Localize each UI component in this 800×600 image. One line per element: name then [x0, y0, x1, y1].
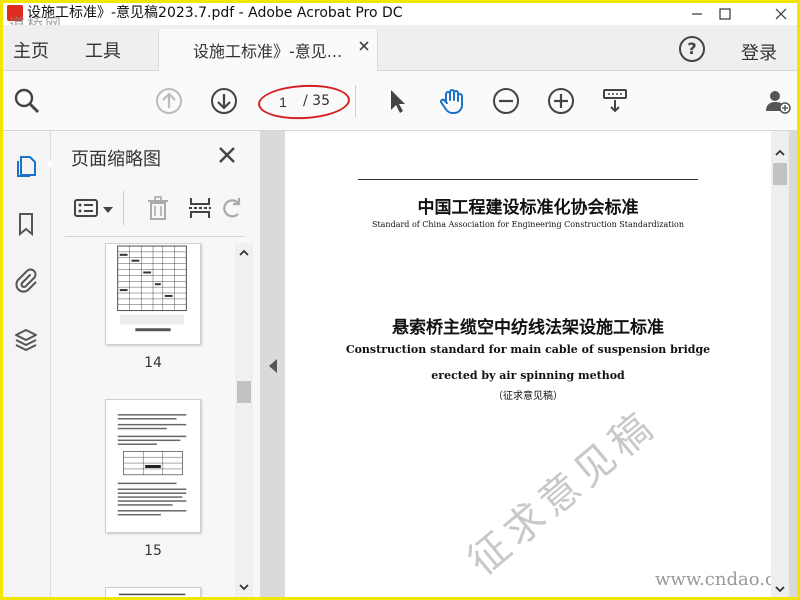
rotate-page-button[interactable] [217, 193, 247, 223]
thumbnail-label-14: 14 [144, 355, 162, 371]
share-user-button[interactable] [761, 85, 793, 117]
pdf-page: 中国工程建设标准化协会标准 Standard of China Associat… [285, 131, 771, 597]
title-bar: 设施工标准》-意见稿2023.7.pdf - Adobe Acrobat Pro… [3, 3, 797, 34]
zoom-out-button[interactable] [490, 85, 522, 117]
help-button[interactable]: ? [679, 36, 705, 62]
panel-title: 页面缩略图 [71, 149, 161, 170]
close-tab-icon[interactable] [357, 39, 371, 53]
close-panel-icon[interactable] [217, 145, 237, 165]
document-tab-label: 设施工标准》-意见... [193, 42, 343, 61]
add-user-icon [766, 91, 791, 114]
draft-watermark: 征求意见稿 [459, 401, 666, 585]
thumbnail-page-15[interactable] [105, 399, 201, 533]
bookmark-icon [19, 213, 33, 237]
tab-tools[interactable]: 工具 [85, 37, 121, 63]
zoom-in-button[interactable] [545, 85, 577, 117]
tab-bar: 主页 工具 设施工标准》-意见... ? 登录 [3, 25, 797, 71]
cursor-arrow-icon [391, 90, 405, 113]
minimize-icon [692, 13, 702, 15]
select-tool-button[interactable] [381, 85, 413, 117]
arrow-down-circle-icon [211, 88, 237, 114]
thumbnail-scrollbar[interactable] [235, 243, 253, 597]
plus-circle-icon [548, 88, 574, 114]
toolbar-divider [355, 85, 356, 117]
scroll-down-icon[interactable] [238, 581, 250, 593]
chevron-down-icon[interactable] [103, 207, 113, 213]
panel-toolbar [65, 187, 245, 237]
doc-title-en-line1: Construction standard for main cable of … [345, 343, 711, 356]
scroll-mode-icon [603, 89, 627, 113]
header-rule [358, 179, 698, 180]
close-window-button[interactable] [761, 3, 797, 25]
scroll-down-icon[interactable] [774, 583, 786, 595]
thumbnail-list: 14 15 [51, 243, 241, 597]
page-split-icon [189, 198, 211, 218]
hand-icon [440, 89, 463, 114]
scrollbar-thumb[interactable] [773, 163, 787, 185]
doc-title-cn: 悬索桥主缆空中纺线法架设施工标准 [392, 318, 664, 338]
rail-attachments[interactable] [11, 265, 41, 295]
page-thumbnail-image [118, 593, 186, 596]
annotation-oval [257, 82, 351, 122]
thumbnail-label-15: 15 [144, 543, 162, 559]
page-thumbnail-image [117, 414, 187, 516]
close-icon [775, 8, 787, 20]
thumbnail-page-14[interactable] [105, 243, 201, 345]
panel-toolbar-divider [123, 191, 124, 225]
site-watermark: www.cndao.com [655, 569, 771, 590]
pages-icon [17, 156, 36, 177]
doc-draft-note: （征求意见稿） [493, 391, 563, 402]
extract-page-button[interactable] [185, 193, 215, 223]
document-scrollbar[interactable] [771, 131, 789, 597]
maximize-button[interactable] [705, 3, 745, 25]
window-title: 设施工标准》-意见稿2023.7.pdf - Adobe Acrobat Pro… [27, 5, 403, 21]
minus-circle-icon [493, 88, 519, 114]
tab-document[interactable]: 设施工标准》-意见... [158, 29, 378, 71]
page-thumbnail-image [117, 245, 187, 332]
trash-icon [148, 196, 168, 220]
magnifier-icon [14, 88, 40, 114]
paperclip-icon [15, 268, 37, 293]
main-toolbar: / 35 [3, 71, 797, 131]
rail-bookmarks[interactable] [11, 209, 41, 239]
rail-layers[interactable] [11, 325, 41, 355]
arrow-up-circle-icon [156, 88, 182, 114]
previous-page-button[interactable] [153, 85, 185, 117]
thumbnails-panel: 页面缩略图 14 15 [51, 131, 261, 597]
doc-header-en: Standard of China Association for Engine… [371, 220, 685, 229]
tab-home[interactable]: 主页 [13, 37, 49, 63]
hand-tool-button[interactable] [436, 85, 468, 117]
doc-header-cn: 中国工程建设标准化协会标准 [417, 198, 639, 218]
thumbnail-page-16[interactable] [105, 587, 201, 597]
layers-icon [15, 329, 37, 351]
scroll-up-icon[interactable] [774, 147, 786, 159]
page-display-button[interactable] [599, 85, 631, 117]
next-page-button[interactable] [208, 85, 240, 117]
scroll-up-icon[interactable] [238, 247, 250, 259]
collapse-panel-arrow-icon[interactable] [269, 359, 277, 373]
zoom-search-button[interactable] [11, 85, 43, 117]
login-button[interactable]: 登录 [741, 39, 777, 65]
delete-page-button[interactable] [143, 193, 173, 223]
scrollbar-thumb[interactable] [237, 381, 251, 403]
rail-page-thumbnails[interactable] [11, 151, 41, 181]
maximize-icon [719, 8, 731, 20]
left-icon-rail [3, 131, 54, 597]
doc-title-en-line2: erected by air spinning method [431, 369, 625, 382]
rotate-icon [223, 198, 241, 218]
document-view: 中国工程建设标准化协会标准 Standard of China Associat… [261, 131, 797, 597]
thumbnail-options-button[interactable] [71, 193, 101, 223]
options-menu-icon [74, 199, 98, 217]
app-window: 设施工标准》-意见稿2023.7.pdf - Adobe Acrobat Pro… [0, 0, 800, 600]
